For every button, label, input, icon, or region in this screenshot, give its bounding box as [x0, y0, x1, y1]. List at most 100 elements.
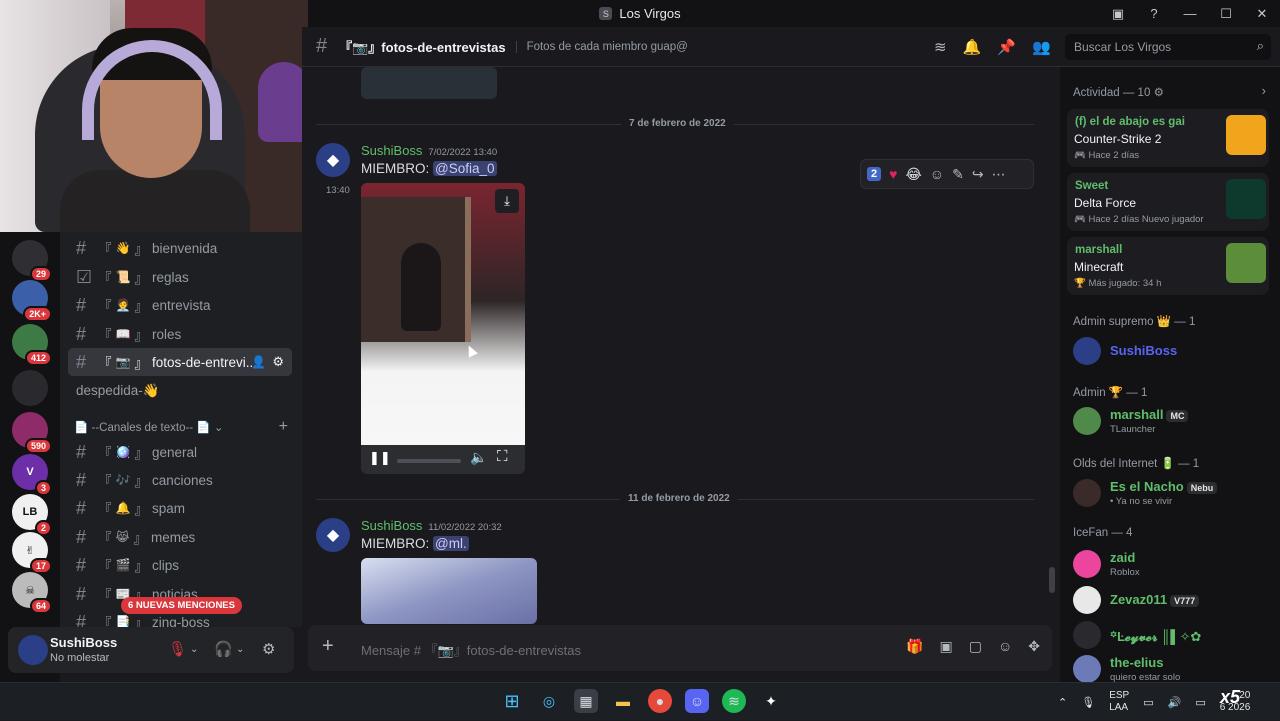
spotify-icon[interactable]: ≋ [722, 689, 746, 713]
server-icon-6[interactable]: V3 [12, 454, 52, 496]
member-item[interactable]: Es el Nacho Nebu • Ya no se vivir [1073, 477, 1273, 511]
file-explorer-icon[interactable]: ▬ [611, 689, 635, 713]
search-input[interactable]: Buscar Los Virgos ⌕ [1065, 34, 1271, 60]
message-composer[interactable]: + Mensaje # 『📷』fotos-de-entrevistas 🎁 ▣ … [308, 625, 1052, 671]
bell-icon[interactable]: 🔔 [963, 38, 982, 56]
emoji-icon[interactable]: ☺ [998, 638, 1012, 655]
member-item[interactable]: Zevaz011 V777 [1073, 584, 1273, 618]
pause-icon[interactable]: ❚❚ [369, 450, 391, 466]
deafen-icon[interactable]: 🎧 [214, 640, 233, 658]
threads-icon[interactable]: ≋ [934, 38, 947, 56]
maximize-button[interactable]: ☐ [1208, 6, 1244, 22]
image-attachment[interactable] [361, 558, 537, 624]
channel-despedida[interactable]: despedida-👋 [68, 377, 292, 405]
chevron-down-icon[interactable]: ⌄ [190, 644, 198, 655]
laughing-emoji-icon[interactable]: 😂 [905, 166, 921, 183]
sticker-icon[interactable]: ▢ [969, 638, 982, 655]
member-item[interactable]: zaid Roblox [1073, 548, 1273, 582]
mic-icon[interactable]: 🎙 [1081, 696, 1095, 709]
activity-card[interactable]: Sweet Delta Force 🎮 Hace 2 días Nuevo ju… [1067, 173, 1269, 231]
server-icon-9[interactable]: ☠ 64 [12, 572, 52, 614]
store-icon[interactable]: ▦ [574, 689, 598, 713]
more-options-icon[interactable]: ⋯ [992, 166, 1006, 183]
category-text-channels[interactable]: 📄 --Canales de texto-- 📄 ⌄ + [74, 418, 288, 436]
avatar[interactable] [18, 635, 48, 665]
channel-emoji: 📷 [115, 355, 131, 369]
chevron-right-icon[interactable]: › [1262, 83, 1266, 98]
minimize-button[interactable]: — [1172, 6, 1208, 21]
user-mention[interactable]: @ml. [433, 536, 469, 551]
download-icon[interactable]: ⤓ [495, 189, 519, 213]
settings-gear-icon[interactable]: ⚙ [262, 640, 275, 658]
members-icon[interactable]: 👥 [1032, 38, 1051, 56]
language-indicator[interactable]: ESP LAA [1109, 690, 1129, 714]
pin-icon[interactable]: 📌 [997, 38, 1016, 56]
message-input-placeholder[interactable]: Mensaje # 『📷』fotos-de-entrevistas [361, 640, 581, 659]
server-icon-5[interactable]: 590 [12, 412, 52, 454]
activity-header[interactable]: Actividad — 10 ⚙ [1073, 85, 1164, 99]
windows-start-icon[interactable]: ⊞ [500, 689, 524, 713]
channel-general[interactable]: # 『🪩』 general [68, 438, 292, 466]
channel-canciones[interactable]: # 『🎶』 canciones [68, 466, 292, 494]
progress-bar[interactable] [397, 459, 461, 463]
member-item[interactable]: ꙳Ŀ𝓮𝔂𝓿𝓮𝓻 ║▌✧✿ [1073, 619, 1273, 653]
channel-spam[interactable]: # 『🔔』 spam [68, 494, 292, 522]
server-icon-7[interactable]: LB 2 [12, 494, 52, 536]
scrollbar-thumb[interactable] [1049, 567, 1055, 593]
channel-reglas[interactable]: ☑ 『📜』 reglas [68, 263, 292, 291]
channel-emoji: 🎬 [115, 558, 131, 572]
volume-icon[interactable]: 🔊 [1168, 696, 1182, 709]
add-attachment-icon[interactable]: + [322, 635, 334, 658]
volume-icon[interactable]: 🔈 [470, 449, 487, 466]
message-avatar[interactable]: ◆ [316, 518, 350, 552]
message-author[interactable]: SushiBoss 7/02/2022 13:40 [361, 143, 497, 158]
channel-memes[interactable]: # 『😹』 memes [68, 523, 292, 551]
member-item[interactable]: the-elius quiero estar solo [1073, 653, 1273, 682]
chevron-down-icon[interactable]: ⌄ [236, 644, 244, 655]
gift-icon[interactable]: 🎁 [906, 638, 923, 655]
battery-icon[interactable]: ▭ [1195, 696, 1205, 709]
add-member-icon[interactable]: 👤 [251, 355, 266, 369]
user-mention[interactable]: @Sofia_0 [433, 161, 497, 176]
channel-clips[interactable]: # 『🎬』 clips [68, 551, 292, 579]
video-attachment[interactable]: ⤓ ❚❚ 🔈 ⛶ [361, 183, 525, 474]
reaction-count-badge[interactable]: 2 [867, 167, 882, 181]
edit-icon[interactable]: ✎ [952, 166, 964, 183]
add-reaction-icon[interactable]: ☺ [930, 166, 944, 182]
new-mentions-pill[interactable]: 6 NUEVAS MENCIONES [121, 597, 242, 614]
apps-icon[interactable]: ✥ [1028, 638, 1040, 655]
discord-icon[interactable]: ☺ [685, 689, 709, 713]
server-icon-8[interactable]: ✌ 17 [12, 532, 52, 574]
activity-card[interactable]: (f) el de abajo es gai Counter-Strike 2 … [1067, 109, 1269, 167]
member-item[interactable]: SushiBoss [1073, 335, 1273, 369]
activity-card[interactable]: marshall Minecraft 🏆 Más jugado: 34 h [1067, 237, 1269, 295]
previous-attachment[interactable] [361, 67, 497, 99]
member-item[interactable]: marshall MC TLauncher [1073, 405, 1273, 439]
search-icon[interactable]: ◎ [537, 689, 561, 713]
server-icon-4[interactable] [12, 370, 48, 406]
channel-fotos-de-entrevistas[interactable]: # 『📷』 fotos-de-entrevi... 👤 ⚙ [68, 348, 292, 376]
help-icon[interactable]: ? [1136, 6, 1172, 21]
heart-icon[interactable]: ♥ [889, 166, 897, 182]
fullscreen-icon[interactable]: ⛶ [497, 448, 508, 465]
message-avatar[interactable]: ◆ [316, 143, 350, 177]
close-button[interactable]: ✕ [1244, 6, 1280, 22]
add-channel-icon[interactable]: + [279, 418, 288, 436]
github-desktop-icon[interactable]: ✦ [759, 689, 783, 713]
gif-icon[interactable]: ▣ [940, 638, 953, 655]
message-author[interactable]: SushiBoss 11/02/2022 20:32 [361, 518, 502, 533]
channel-bienvenida[interactable]: # 『👋』 bienvenida [68, 234, 292, 262]
forward-icon[interactable]: ↪ [972, 166, 984, 183]
gear-icon[interactable]: ⚙ [272, 354, 284, 370]
channel-roles[interactable]: # 『📖』 roles [68, 320, 292, 348]
inbox-icon[interactable]: ▣ [1100, 6, 1136, 22]
channel-entrevista[interactable]: # 『🧑‍💼』 entrevista [68, 291, 292, 319]
server-icon-1[interactable]: 29 [12, 240, 52, 282]
network-icon[interactable]: ▭ [1143, 696, 1153, 709]
mic-muted-icon[interactable]: 🎙 [168, 640, 187, 658]
server-icon-3[interactable]: 412 [12, 324, 52, 366]
chrome-icon[interactable]: ● [648, 689, 672, 713]
chevron-up-icon[interactable]: ⌃ [1058, 696, 1067, 709]
channel-topic[interactable]: Fotos de cada miembro guap@ [515, 40, 688, 53]
server-icon-2[interactable]: 2K+ [12, 280, 52, 322]
